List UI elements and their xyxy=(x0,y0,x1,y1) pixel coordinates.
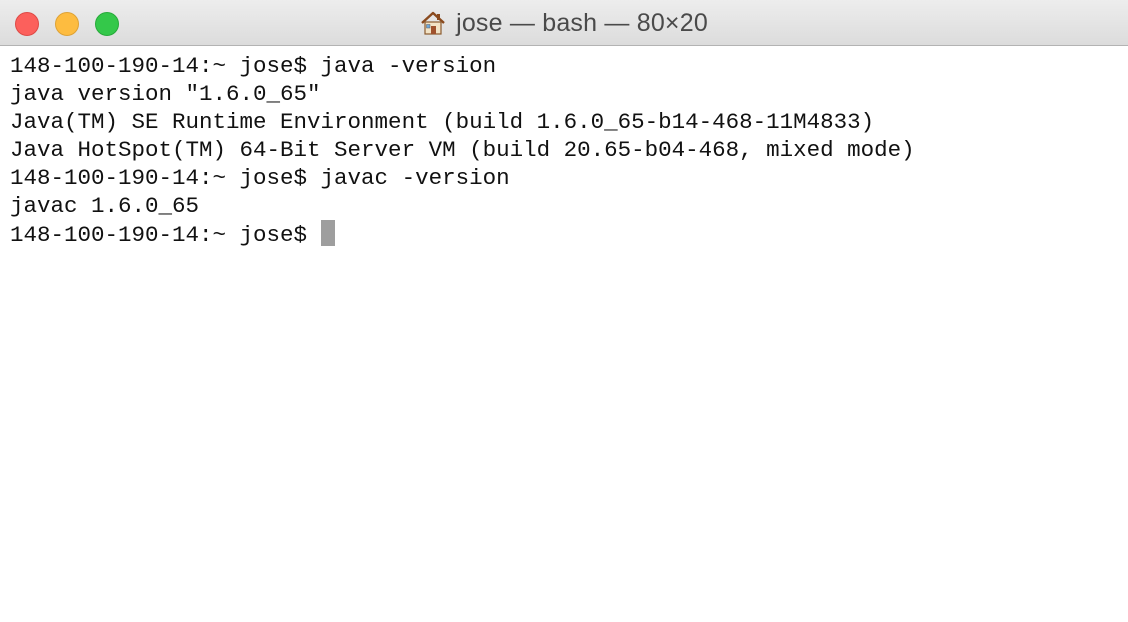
terminal-line: Java HotSpot(TM) 64-Bit Server VM (build… xyxy=(10,137,915,163)
home-icon xyxy=(420,10,446,36)
terminal-window: jose — bash — 80×20 148-100-190-14:~ jos… xyxy=(0,0,1128,622)
terminal-line: 148-100-190-14:~ jose$ java -version xyxy=(10,53,497,79)
terminal-line: javac 1.6.0_65 xyxy=(10,193,200,219)
terminal-line: Java(TM) SE Runtime Environment (build 1… xyxy=(10,109,875,135)
terminal-line: 148-100-190-14:~ jose$ javac -version xyxy=(10,165,510,191)
terminal-prompt: 148-100-190-14:~ jose$ xyxy=(10,222,308,248)
terminal-output[interactable]: 148-100-190-14:~ jose$ java -version jav… xyxy=(10,52,1118,248)
window-title: jose — bash — 80×20 xyxy=(0,0,1128,46)
terminal-cursor xyxy=(321,220,336,246)
window-title-text: jose — bash — 80×20 xyxy=(456,8,708,37)
terminal-prompt-line[interactable]: 148-100-190-14:~ jose$ xyxy=(10,220,1118,248)
terminal-line: java version "1.6.0_65" xyxy=(10,81,321,107)
title-bar[interactable]: jose — bash — 80×20 xyxy=(0,0,1128,46)
